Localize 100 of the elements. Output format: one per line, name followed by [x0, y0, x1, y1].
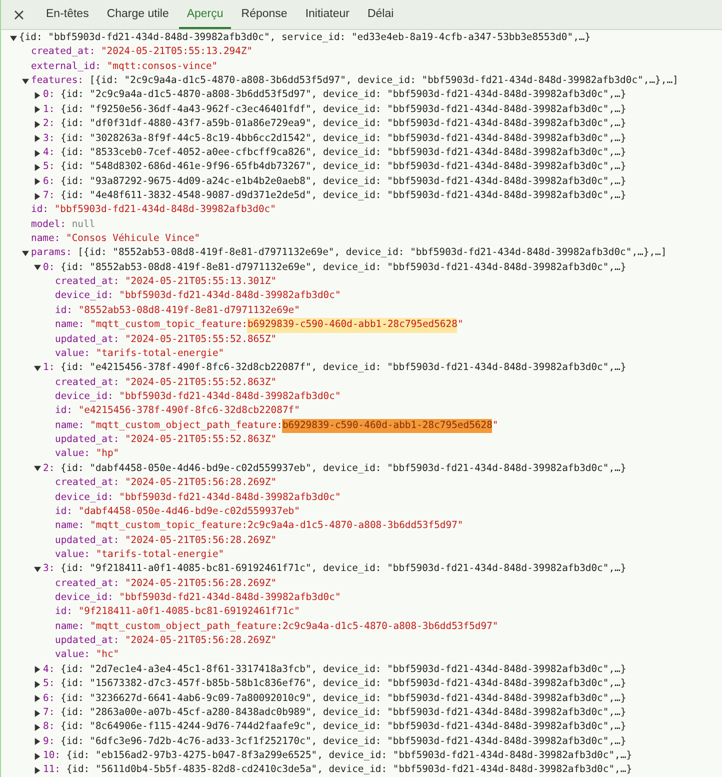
property-key: 3:	[43, 562, 55, 577]
string-value: "mqtt_custom_object_path_feature:	[90, 418, 282, 433]
search-highlight: b6929839-c590-460d-abb1-28c795ed5628	[282, 418, 492, 434]
object-summary: {id: "5611d0b4-5b5f-4835-82d8-cd2410c3de5a", device_id: "bbf5903d-fd21-434d-848d-39982afb3d0c",…}	[66, 763, 632, 777]
caret-down-icon[interactable]	[34, 566, 40, 573]
property-key: 1:	[43, 361, 55, 376]
caret-down-icon[interactable]	[34, 264, 40, 272]
property-key: updated_at:	[55, 534, 120, 548]
caret-right-icon[interactable]	[34, 92, 40, 100]
property-key: name:	[55, 418, 84, 434]
caret-right-icon[interactable]	[34, 164, 40, 171]
property-key: params:	[31, 246, 72, 261]
caret-down-icon[interactable]	[22, 250, 28, 258]
string-value: "2024-05-21T05:56:28.269Z"	[124, 534, 277, 548]
string-value: "tarifs-total-energie"	[96, 548, 224, 562]
property-key: created_at:	[55, 376, 120, 390]
string-value: "tarifs-total-energie"	[96, 346, 224, 361]
property-key: 6:	[43, 174, 55, 189]
object-summary: {id: "eb156ad2-97b3-4275-b047-8f3a299e6525", device_id: "bbf5903d-fd21-434d-848d-39982afb3d0c",…}	[66, 748, 632, 763]
property-key: name:	[55, 620, 84, 634]
caret-right-icon[interactable]	[34, 724, 40, 731]
string-value: "mqtt_custom_topic_feature:2c9c9a4a-d1c5-4870-a808-3b6dd53f5d97"	[90, 519, 464, 534]
string-value: "dabf4458-050e-4d46-bd9e-c02d559937eb"	[78, 504, 300, 519]
object-summary: {id: "bbf5903d-fd21-434d-848d-39982afb3d0c", service_id: "ed33e4eb-8a19-4cfb-a347-53bb3e8553d0",…}	[19, 31, 591, 45]
caret-right-icon[interactable]	[34, 738, 40, 746]
object-summary: {id: "2d7ec1e4-a3e4-45c1-8f61-3317418a3fcb", device_id: "bbf5903d-fd21-434d-848d-39982afb3d0c",…}	[60, 662, 626, 677]
close-icon[interactable]	[14, 10, 24, 20]
string-value: "2024-05-21T05:55:52.865Z"	[124, 332, 277, 347]
property-key: updated_at:	[55, 332, 120, 347]
property-key: id:	[55, 304, 72, 318]
property-key: id:	[55, 504, 72, 520]
caret-right-icon[interactable]	[34, 752, 40, 760]
caret-right-icon[interactable]	[34, 150, 40, 157]
caret-right-icon[interactable]	[34, 666, 40, 674]
property-key: 9:	[43, 734, 55, 749]
property-key: 7:	[43, 188, 55, 204]
property-key: 0:	[43, 88, 55, 103]
tab[interactable]: Initiateur	[297, 0, 358, 29]
property-key: 5:	[43, 677, 55, 692]
caret-down-icon[interactable]	[34, 465, 40, 472]
property-key: device_id:	[55, 591, 114, 606]
object-summary: {id: "8c64906e-f115-4244-9d76-744d2faafe9c", device_id: "bbf5903d-fd21-434d-848d-39982afb3d0c",…}	[60, 720, 626, 734]
caret-down-icon[interactable]	[10, 34, 16, 42]
object-summary: {id: "3236627d-6641-4ab6-9c09-7a80092010c9", device_id: "bbf5903d-fd21-434d-848d-39982afb3d0c",…}	[60, 692, 626, 706]
property-key: device_id:	[55, 390, 114, 404]
object-summary: {id: "df0f31df-4880-43f7-a59b-01a86e729ea9", device_id: "bbf5903d-fd21-434d-848d-39982afb3d0c",…}	[60, 117, 626, 132]
caret-right-icon[interactable]	[34, 710, 40, 717]
property-key: 11:	[43, 763, 60, 777]
string-value: "	[492, 418, 498, 433]
property-key: 2:	[43, 117, 55, 132]
property-key: value:	[55, 548, 90, 562]
object-summary: [{id: "2c9c9a4a-d1c5-4870-a808-3b6dd53f5d97", device_id: "bbf5903d-fd21-434d-848d-39982afb3d0c",…},…]	[89, 74, 678, 88]
property-key: external_id:	[31, 60, 101, 74]
object-summary: {id: "2863a00e-a07b-45cf-a280-8438adc0b989", device_id: "bbf5903d-fd21-434d-848d-39982afb3d0c",…}	[60, 706, 626, 720]
property-key: 5:	[43, 160, 55, 175]
string-value: "hc"	[96, 648, 120, 662]
object-summary: {id: "9f218411-a0f1-4085-bc81-69192461f71c", device_id: "bbf5903d-fd21-434d-848d-39982afb3d0c",…}	[60, 562, 626, 576]
string-value: "2024-05-21T05:55:52.863Z"	[124, 376, 277, 390]
caret-right-icon[interactable]	[34, 695, 40, 702]
property-key: id:	[55, 404, 72, 419]
object-summary: {id: "dabf4458-050e-4d46-bd9e-c02d559937eb", device_id: "bbf5903d-fd21-434d-848d-39982afb3d0c",…}	[60, 462, 626, 476]
caret-right-icon[interactable]	[34, 106, 40, 114]
string-value: "2024-05-21T05:55:13.294Z"	[100, 45, 253, 60]
string-value: "mqtt:consos-vince"	[106, 60, 218, 74]
property-key: name:	[55, 519, 84, 534]
string-value: "Consos Véhicule Vince"	[66, 232, 200, 246]
caret-right-icon[interactable]	[34, 767, 40, 774]
string-value: "bbf5903d-fd21-434d-848d-39982afb3d0c"	[119, 289, 341, 304]
object-summary: [{id: "8552ab53-08d8-419f-8e81-d7971132e69e", device_id: "bbf5903d-fd21-434d-848d-39982afb3d0c",…},…]	[78, 246, 667, 260]
caret-right-icon[interactable]	[34, 135, 40, 142]
tab[interactable]: Aperçu	[178, 0, 232, 29]
caret-down-icon[interactable]	[22, 78, 28, 85]
tab[interactable]: Réponse	[233, 0, 296, 29]
caret-right-icon[interactable]	[34, 680, 40, 688]
property-key: created_at:	[31, 45, 96, 60]
tab[interactable]: Délai	[359, 0, 402, 29]
property-key: 7:	[43, 706, 55, 720]
property-key: created_at:	[55, 576, 120, 592]
object-summary: {id: "4e48f611-3832-4548-9087-d9d371e2de5d", device_id: "bbf5903d-fd21-434d-848d-39982afb3d0c",…}	[60, 188, 626, 203]
object-summary: {id: "15673382-d7c3-457f-b85b-58b1c836ef76", device_id: "bbf5903d-fd21-434d-848d-39982afb3d0c",…}	[60, 677, 626, 692]
property-key: 8:	[43, 720, 55, 735]
property-key: 4:	[43, 146, 55, 160]
string-value: "2024-05-21T05:55:13.301Z"	[124, 275, 277, 290]
object-summary: {id: "8552ab53-08d8-419f-8e81-d7971132e69e", device_id: "bbf5903d-fd21-434d-848d-39982afb3d0c",…}	[60, 260, 626, 275]
tab[interactable]: En-têtes	[38, 0, 97, 29]
property-key: name:	[31, 232, 60, 246]
tab[interactable]: Charge utile	[98, 0, 177, 29]
property-key: updated_at:	[55, 433, 120, 448]
string-value: "hp"	[96, 447, 120, 462]
property-key: device_id:	[55, 490, 114, 505]
string-value: "2024-05-21T05:56:28.269Z"	[124, 476, 277, 490]
caret-right-icon[interactable]	[34, 192, 40, 200]
object-summary: {id: "3028263a-8f9f-44c5-8c19-4bb6cc2d1542", device_id: "bbf5903d-fd21-434d-848d-39982afb3d0c",…}	[60, 132, 626, 146]
string-value: "bbf5903d-fd21-434d-848d-39982afb3d0c"	[54, 203, 276, 218]
caret-down-icon[interactable]	[34, 364, 40, 372]
string-value: "bbf5903d-fd21-434d-848d-39982afb3d0c"	[119, 490, 341, 504]
caret-right-icon[interactable]	[34, 120, 40, 128]
object-summary: {id: "f9250e56-36df-4a43-962f-c3ec46401fdf", device_id: "bbf5903d-fd21-434d-848d-39982afb3d0c",…}	[60, 102, 626, 117]
caret-right-icon[interactable]	[34, 178, 40, 186]
property-key: created_at:	[55, 476, 120, 490]
